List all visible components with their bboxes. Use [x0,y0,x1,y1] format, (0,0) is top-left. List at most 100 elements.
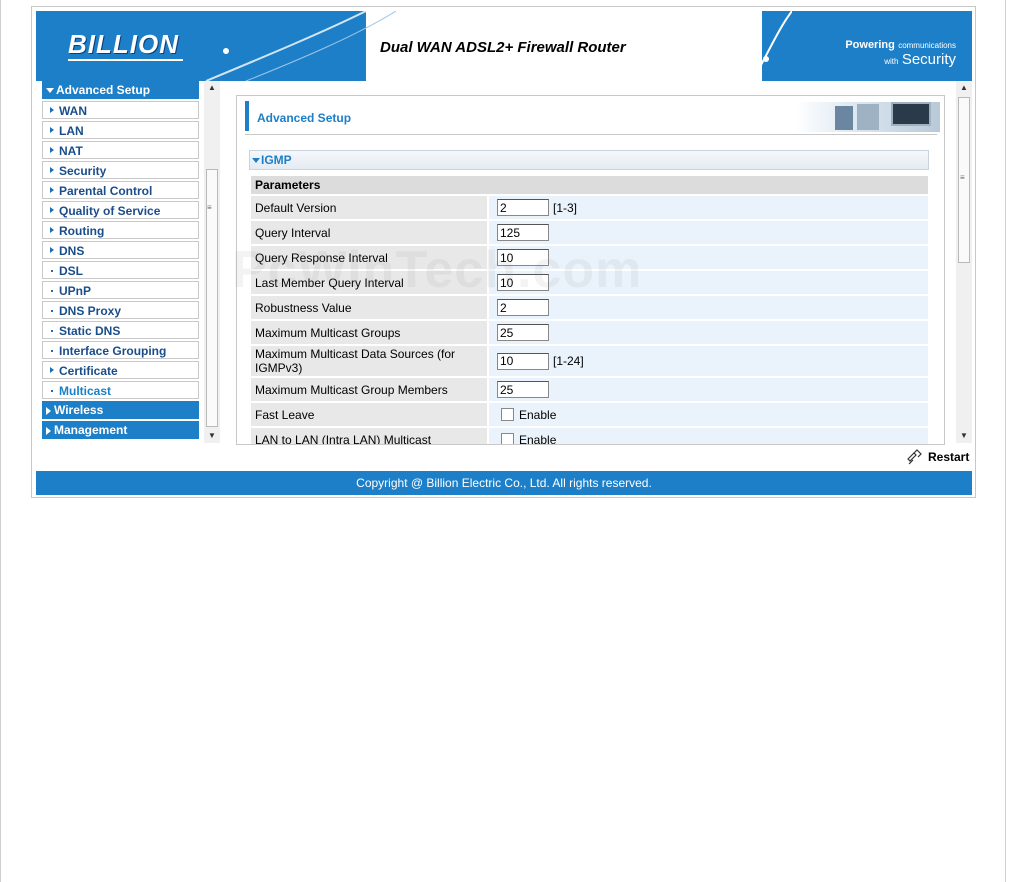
default-version-input[interactable] [497,199,549,216]
sidebar-item-multicast[interactable]: Multicast [42,381,199,399]
max-multicast-groups-input[interactable] [497,324,549,341]
router-frame: BILLION Dual WAN ADSL2+ Firewall Router … [31,6,976,498]
fast-leave-label: Fast Leave [251,403,487,426]
sidebar-item-nat[interactable]: NAT [42,141,199,159]
sidebar-item-static-dns[interactable]: Static DNS [42,321,199,339]
table-row: Maximum Multicast Group Members [251,378,928,401]
sidebar-item-interface-grouping[interactable]: Interface Grouping [42,341,199,359]
value-cell: Enable [489,428,928,445]
value-cell [489,246,928,269]
restart-icon [907,449,922,465]
lan-to-lan-enable-label: Enable [519,432,557,445]
image-shape [857,104,879,130]
table-row: Maximum Multicast Data Sources (for IGMP… [251,346,928,376]
igmp-parameters-table: Parameters Default Version [1-3] Query I… [251,176,928,445]
sidebar-item-management[interactable]: Management [42,421,199,439]
tagline-security: Security [901,51,956,68]
scroll-up-arrow-icon[interactable]: ▲ [956,81,972,95]
sidebar-item-lan[interactable]: LAN [42,121,199,139]
router-title: Dual WAN ADSL2+ Firewall Router [380,39,626,56]
max-multicast-data-sources-input[interactable] [497,352,549,370]
value-cell [489,221,928,244]
scroll-grip-icon: ≡ [207,203,212,212]
query-response-interval-input[interactable] [497,249,549,266]
sidebar-item-label: Management [54,423,128,437]
content-panel: Advanced Setup IGMP Parameters Default V… [236,95,945,445]
sidebar-item-dns-proxy[interactable]: DNS Proxy [42,301,199,319]
value-cell [489,321,928,344]
tagline-communications: communications [898,41,956,50]
collapsed-arrow-icon [46,426,51,435]
restart-label: Restart [928,450,970,464]
content-scrollbar[interactable]: ▲ ≡ ▼ [956,81,972,443]
sidebar-scrollbar[interactable]: ▲ ≡ ▼ [204,81,220,443]
robustness-value-input[interactable] [497,299,549,316]
sidebar-item-dns[interactable]: DNS [42,241,199,259]
sidebar-menu: Advanced Setup WAN LAN NAT Security Pare… [42,81,199,443]
last-member-query-interval-label: Last Member Query Interval [251,271,487,294]
sidebar-item-label: Wireless [54,403,104,417]
query-response-interval-label: Query Response Interval [251,246,487,269]
expanded-arrow-icon [252,158,260,164]
query-interval-label: Query Interval [251,221,487,244]
table-row: Last Member Query Interval [251,271,928,294]
max-multicast-groups-label: Maximum Multicast Groups [251,321,487,344]
max-multicast-group-members-label: Maximum Multicast Group Members [251,378,487,401]
range-hint: [1-3] [553,200,578,215]
table-row: Fast Leave Enable [251,403,928,426]
max-multicast-data-sources-label: Maximum Multicast Data Sources (for IGMP… [251,346,487,376]
tagline-with: with [884,57,899,66]
scroll-down-arrow-icon[interactable]: ▼ [204,429,220,443]
image-shape [891,102,931,126]
sidebar-item-qos[interactable]: Quality of Service [42,201,199,219]
table-row: Default Version [1-3] [251,196,928,219]
office-image [795,102,940,132]
fast-leave-checkbox[interactable] [501,408,514,421]
sidebar-item-label: Advanced Setup [56,83,151,97]
sidebar-item-dsl[interactable]: DSL [42,261,199,279]
header-right-panel: Powering communications with Security [762,11,972,81]
sidebar-item-security[interactable]: Security [42,161,199,179]
section-title-accent [245,101,249,131]
restart-button[interactable]: Restart [906,449,969,465]
sidebar-item-parental-control[interactable]: Parental Control [42,181,199,199]
lan-to-lan-multicast-label: LAN to LAN (Intra LAN) Multicast [251,428,487,444]
parameters-header: Parameters [251,176,928,194]
value-cell: Enable [489,403,928,426]
image-shape [835,106,853,130]
sidebar-item-wan[interactable]: WAN [42,101,199,119]
tagline-powering: Powering [845,39,895,51]
scroll-down-arrow-icon[interactable]: ▼ [956,429,972,443]
section-title: Advanced Setup [257,111,352,125]
sidebar-item-routing[interactable]: Routing [42,221,199,239]
default-version-label: Default Version [251,196,487,219]
table-row: LAN to LAN (Intra LAN) Multicast Enable [251,428,928,445]
logo-underline [68,59,183,61]
header-right-swoosh [752,11,792,81]
billion-logo: BILLION [68,29,179,59]
window-left-border [0,0,1,882]
value-cell: [1-24] [489,346,928,376]
sidebar-item-wireless[interactable]: Wireless [42,401,199,419]
collapsed-arrow-icon [46,406,51,415]
window-scrollbar[interactable] [1005,0,1022,882]
header-swoosh [205,11,396,81]
sidebar-item-certificate[interactable]: Certificate [42,361,199,379]
value-cell: [1-3] [489,196,928,219]
table-row: Maximum Multicast Groups [251,321,928,344]
sidebar-item-upnp[interactable]: UPnP [42,281,199,299]
robustness-value-label: Robustness Value [251,296,487,319]
value-cell [489,271,928,294]
query-interval-input[interactable] [497,224,549,241]
sidebar-item-advanced-setup[interactable]: Advanced Setup [42,81,199,99]
table-row: Query Interval [251,221,928,244]
table-row: Query Response Interval [251,246,928,269]
max-multicast-group-members-input[interactable] [497,381,549,398]
value-cell [489,296,928,319]
igmp-section-header[interactable]: IGMP [249,150,929,170]
lan-to-lan-checkbox[interactable] [501,433,514,444]
scroll-up-arrow-icon[interactable]: ▲ [204,81,220,95]
last-member-query-interval-input[interactable] [497,274,549,291]
tagline: Powering communications with Security [845,37,956,69]
footer-copyright: Copyright @ Billion Electric Co., Ltd. A… [36,471,972,495]
